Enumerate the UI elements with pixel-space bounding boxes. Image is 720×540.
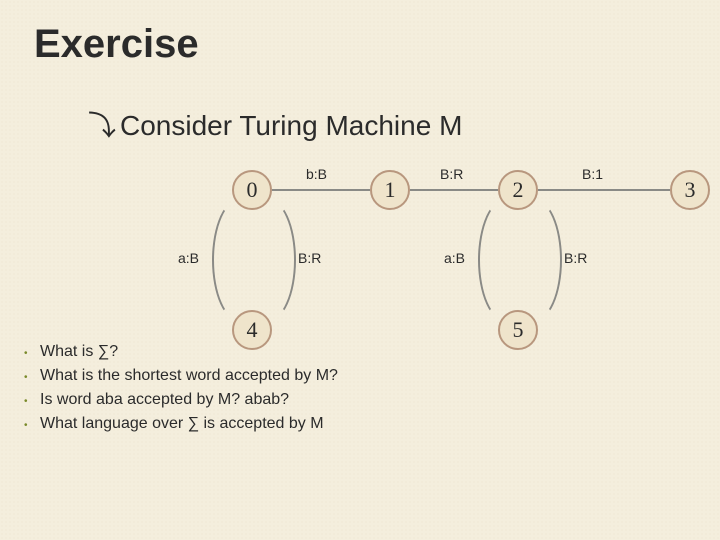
state-1: 1	[370, 170, 410, 210]
arc-2-5-left	[478, 198, 534, 322]
label-2-3: B:1	[582, 166, 603, 182]
label-5-2: B:R	[564, 250, 587, 266]
swirl-icon: ⤵	[88, 111, 116, 142]
edge-1-2	[410, 189, 498, 191]
state-2: 2	[498, 170, 538, 210]
list-item: What is the shortest word accepted by M?	[24, 364, 584, 388]
list-item: What is ∑?	[24, 340, 584, 364]
list-item: Is word aba accepted by M? abab?	[24, 388, 584, 412]
subhead-text: Consider Turing Machine M	[120, 110, 462, 141]
arc-4-0-right	[240, 198, 296, 322]
page-title: Exercise	[34, 22, 199, 67]
list-item: What language over ∑ is accepted by M	[24, 412, 584, 436]
label-0-1: b:B	[306, 166, 327, 182]
arc-5-2-right	[506, 198, 562, 322]
label-0-4: a:B	[178, 250, 199, 266]
label-4-0: B:R	[298, 250, 321, 266]
state-3: 3	[670, 170, 710, 210]
question-list: What is ∑? What is the shortest word acc…	[24, 340, 584, 436]
state-0: 0	[232, 170, 272, 210]
label-2-5: a:B	[444, 250, 465, 266]
edge-2-3	[538, 189, 670, 191]
edge-0-1	[272, 189, 370, 191]
subhead: ⤵Consider Turing Machine M	[88, 104, 462, 144]
tm-diagram: 0 1 2 3 b:B B:R B:1 4 5 a:B B:R a:B B:R	[0, 0, 720, 540]
arc-0-4-left	[212, 198, 268, 322]
label-1-2: B:R	[440, 166, 463, 182]
